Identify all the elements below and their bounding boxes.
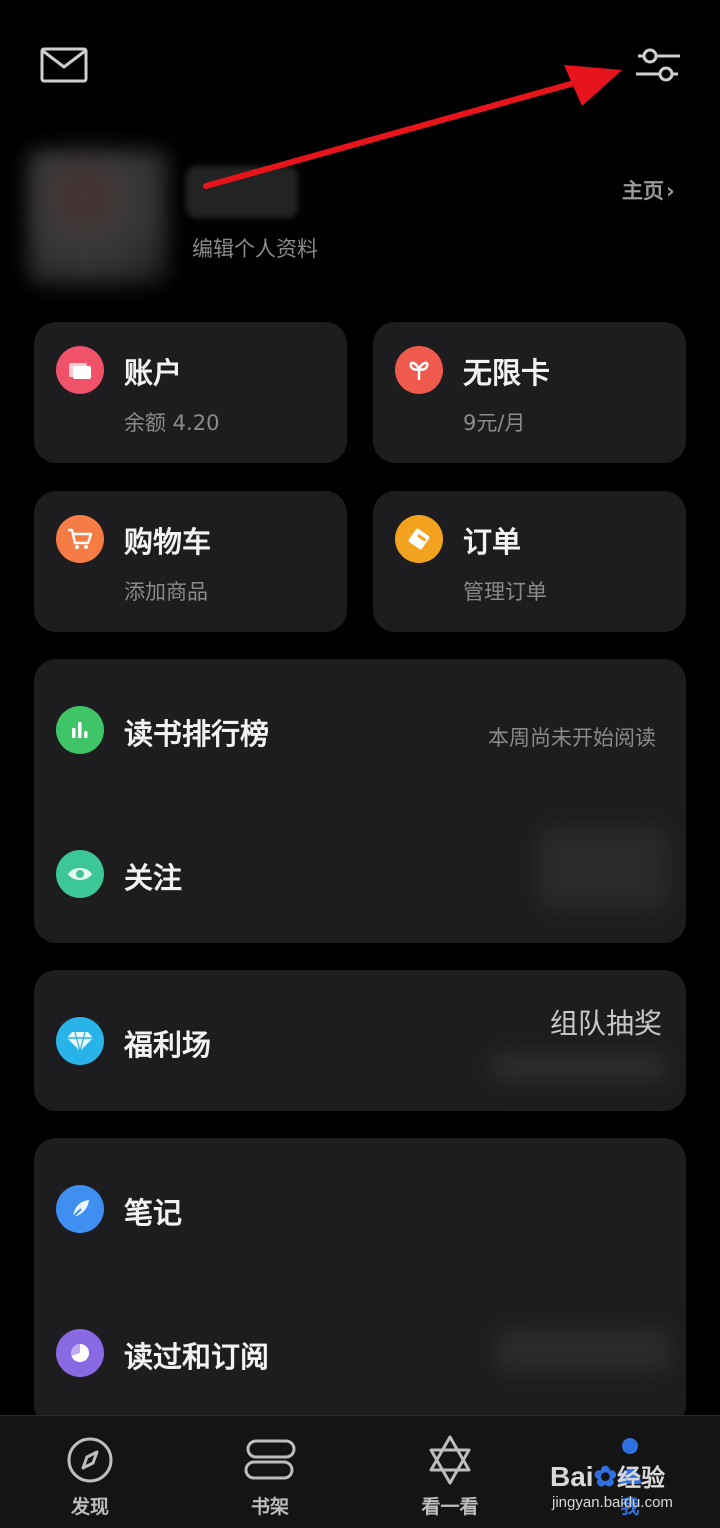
baidu-watermark: Bai✿经验 jingyan.baidu.com — [550, 1458, 710, 1514]
bookshelf-icon — [244, 1438, 296, 1486]
welfare-blurred-text — [490, 1052, 666, 1082]
paw-icon: ✿ — [593, 1461, 618, 1492]
follow-avatars — [538, 827, 668, 909]
account-title: 账户 — [124, 356, 183, 390]
star-of-david-icon — [427, 1434, 473, 1490]
cart-subtitle: 添加商品 — [124, 580, 208, 604]
nav-label-bookshelf: 书架 — [250, 1496, 289, 1518]
eye-icon — [56, 850, 104, 898]
orders-subtitle: 管理订单 — [463, 580, 547, 604]
orders-tile[interactable]: 订单 管理订单 — [373, 491, 686, 632]
cart-icon — [56, 515, 104, 563]
pie-chart-icon — [56, 1329, 104, 1377]
list-item-read-subscribed[interactable]: 读过和订阅 — [34, 1280, 686, 1428]
welfare-title: 福利场 — [124, 1028, 212, 1062]
unlimited-card-tile[interactable]: 无限卡 9元/月 — [373, 322, 686, 463]
watermark-brand-text: Bai — [550, 1461, 594, 1492]
list-item-follow[interactable]: 关注 — [34, 801, 686, 943]
diamond-icon — [56, 1017, 104, 1065]
read-blurred-covers — [496, 1328, 670, 1372]
ranking-title: 读书排行榜 — [124, 717, 270, 751]
unlimited-card-price: 9元/月 — [463, 411, 526, 435]
list-item-ranking[interactable]: 读书排行榜 本周尚未开始阅读 — [34, 659, 686, 801]
orders-title: 订单 — [463, 525, 522, 559]
list-item-notes[interactable]: 笔记 — [34, 1138, 686, 1280]
nav-label-discover: 发现 — [70, 1496, 109, 1518]
watermark-brand-cn: 经验 — [617, 1465, 666, 1492]
follow-title: 关注 — [124, 861, 183, 895]
bar-chart-icon — [56, 706, 104, 754]
list-card-notes-read: 笔记 读过和订阅 — [34, 1138, 686, 1428]
list-card-ranking-follow: 读书排行榜 本周尚未开始阅读 关注 — [34, 659, 686, 943]
ranking-status: 本周尚未开始阅读 — [488, 726, 656, 750]
card-icon — [395, 346, 443, 394]
welfare-status: 组队抽奖 — [549, 1007, 662, 1040]
watermark-url: jingyan.baidu.com — [552, 1494, 673, 1511]
ticket-icon — [395, 515, 443, 563]
cart-title: 购物车 — [124, 525, 212, 559]
watermark-brand: Bai✿经验 — [550, 1458, 665, 1493]
compass-icon — [66, 1436, 114, 1488]
account-tile[interactable]: 账户 余额 4.20 — [34, 322, 347, 463]
notes-title: 笔记 — [124, 1196, 183, 1230]
nav-item-browse[interactable]: 看一看 — [400, 1432, 500, 1522]
nav-label-browse: 看一看 — [421, 1496, 479, 1518]
account-balance: 余额 4.20 — [124, 411, 220, 435]
nav-item-discover[interactable]: 发现 — [40, 1432, 140, 1522]
nav-item-bookshelf[interactable]: 书架 — [220, 1432, 320, 1522]
annotation-arrow — [203, 65, 622, 189]
list-card-welfare[interactable]: 福利场 组队抽奖 — [34, 970, 686, 1111]
read-subscribed-title: 读过和订阅 — [124, 1340, 270, 1374]
feather-icon — [56, 1185, 104, 1233]
cart-tile[interactable]: 购物车 添加商品 — [34, 491, 347, 632]
wallet-icon — [56, 346, 104, 394]
unlimited-card-title: 无限卡 — [463, 356, 551, 390]
